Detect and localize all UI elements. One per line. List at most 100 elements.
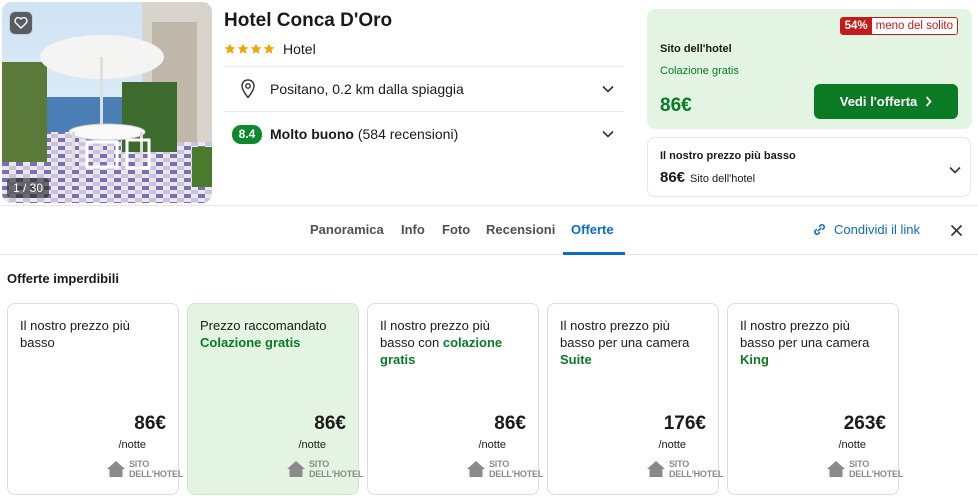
- deal-per-night: /notte: [298, 439, 326, 451]
- hotel-site-logo: SITO DELL'HOTEL: [466, 459, 543, 479]
- deal-description: Il nostro prezzo più basso per una camer…: [740, 317, 886, 368]
- site-logo-line2: DELL'HOTEL: [309, 469, 364, 479]
- favorite-heart-icon[interactable]: [9, 11, 33, 35]
- discount-text: meno del solito: [871, 18, 957, 34]
- share-link-label: Condividi il link: [834, 222, 920, 237]
- hotel-name[interactable]: Hotel Conca D'Oro: [224, 10, 392, 32]
- lowest-price-title: Il nostro prezzo più basso: [660, 150, 796, 162]
- site-logo-line1: SITO: [489, 459, 510, 469]
- site-logo-line1: SITO: [849, 459, 870, 469]
- site-logo-line1: SITO: [129, 459, 150, 469]
- house-icon: [287, 461, 305, 477]
- deal-description: Il nostro prezzo più basso per una camer…: [560, 317, 706, 368]
- deal-per-night: /notte: [478, 439, 506, 451]
- offer-price: 86€: [660, 95, 692, 116]
- chevron-right-icon: [926, 96, 932, 107]
- star-icon: [224, 43, 236, 54]
- location-pin-icon: [241, 79, 255, 99]
- hotel-site-logo: SITO DELL'HOTEL: [646, 459, 723, 479]
- offer-perk: Colazione gratis: [660, 65, 739, 77]
- location-row[interactable]: Positano, 0.2 km dalla spiaggia: [224, 66, 624, 112]
- hotel-site-logo: SITO DELL'HOTEL: [106, 459, 183, 479]
- tab-recensioni[interactable]: Recensioni: [486, 222, 555, 237]
- site-logo-line1: SITO: [309, 459, 330, 469]
- deal-per-night: /notte: [118, 439, 146, 451]
- chevron-down-icon: [602, 130, 614, 138]
- hotel-site-logo: SITO DELL'HOTEL: [286, 459, 363, 479]
- deal-per-night: /notte: [658, 439, 686, 451]
- discount-badge: 54% meno del solito: [839, 17, 958, 35]
- lowest-price-row: 86€ Sito dell'hotel: [660, 169, 755, 186]
- deal-description-text: Il nostro prezzo più basso: [20, 318, 130, 350]
- rating-label: Molto buono: [270, 126, 354, 142]
- site-logo-line1: SITO: [669, 459, 690, 469]
- tab-foto[interactable]: Foto: [442, 222, 470, 237]
- deal-description-text: Il nostro prezzo più basso per una camer…: [560, 318, 690, 350]
- reviews-row[interactable]: 8.4 Molto buono (584 recensioni): [224, 112, 624, 156]
- star-icon: [263, 43, 275, 54]
- lowest-price-value: 86€: [660, 169, 686, 186]
- rating-score-badge: 8.4: [232, 124, 262, 144]
- site-logo-line2: DELL'HOTEL: [129, 469, 184, 479]
- deal-price: 176€: [663, 413, 706, 434]
- link-icon: [814, 224, 825, 235]
- stars-row: Hotel: [224, 41, 316, 57]
- site-logo-text: SITO DELL'HOTEL: [489, 459, 543, 479]
- deal-highlight: Colazione gratis: [200, 335, 301, 350]
- lowest-price-site: Sito dell'hotel: [690, 173, 756, 185]
- tab-info[interactable]: Info: [401, 222, 425, 237]
- star-icon: [237, 43, 249, 54]
- deal-description: Il nostro prezzo più basso: [20, 317, 166, 351]
- tab-offerte[interactable]: Offerte: [571, 222, 614, 237]
- tabs-bar: Panoramica Info Foto Recensioni Offerte …: [0, 205, 978, 255]
- site-logo-text: SITO DELL'HOTEL: [669, 459, 723, 479]
- lowest-price-dropdown[interactable]: Il nostro prezzo più basso 86€ Sito dell…: [647, 137, 971, 197]
- discount-percent: 54%: [840, 18, 872, 34]
- site-logo-line2: DELL'HOTEL: [489, 469, 544, 479]
- chevron-down-icon: [949, 166, 961, 174]
- hotel-type: Hotel: [283, 41, 316, 57]
- active-tab-indicator: [563, 252, 625, 255]
- view-offer-label: Vedi l'offerta: [839, 94, 918, 109]
- star-icon: [250, 43, 262, 54]
- deal-card[interactable]: Il nostro prezzo più basso con colazione…: [367, 303, 543, 495]
- deal-card[interactable]: Il nostro prezzo più basso 86€ /notte SITO D…: [7, 303, 183, 495]
- deal-highlight: King: [740, 352, 769, 367]
- location-text: Positano, 0.2 km dalla spiaggia: [270, 81, 464, 97]
- deal-price: 86€: [494, 413, 526, 434]
- deal-card[interactable]: Il nostro prezzo più basso per una camer…: [727, 303, 903, 495]
- house-icon: [827, 461, 845, 477]
- deal-per-night: /notte: [838, 439, 866, 451]
- deal-description-text: Prezzo raccomandato: [200, 318, 327, 333]
- hotel-photo[interactable]: 1 / 30: [2, 2, 212, 203]
- photo-counter: 1 / 30: [7, 178, 50, 198]
- reviews-text: Molto buono (584 recensioni): [270, 126, 602, 142]
- deal-price: 263€: [843, 413, 886, 434]
- deal-card[interactable]: Prezzo raccomandato Colazione gratis 86€ /n…: [187, 303, 363, 495]
- site-logo-text: SITO DELL'HOTEL: [309, 459, 363, 479]
- offer-site-name: Sito dell'hotel: [660, 43, 732, 55]
- deal-price: 86€: [134, 413, 166, 434]
- share-link-button[interactable]: Condividi il link: [812, 222, 920, 237]
- reviews-count: (584 recensioni): [357, 126, 459, 142]
- deal-description: Prezzo raccomandato Colazione gratis: [200, 317, 346, 351]
- site-logo-text: SITO DELL'HOTEL: [129, 459, 183, 479]
- tab-panoramica[interactable]: Panoramica: [310, 222, 384, 237]
- deal-card[interactable]: Il nostro prezzo più basso per una camer…: [547, 303, 723, 495]
- chevron-down-icon: [602, 85, 614, 93]
- house-icon: [467, 461, 485, 477]
- featured-offer[interactable]: 54% meno del solito Sito dell'hotel Cola…: [647, 9, 972, 129]
- house-icon: [647, 461, 665, 477]
- deal-description: Il nostro prezzo più basso con colazione…: [380, 317, 526, 368]
- house-icon: [107, 461, 125, 477]
- site-logo-line2: DELL'HOTEL: [849, 469, 904, 479]
- deals-section-title: Offerte imperdibili: [7, 271, 119, 286]
- deal-description-text: Il nostro prezzo più basso per una camer…: [740, 318, 870, 350]
- view-offer-button[interactable]: Vedi l'offerta: [814, 84, 958, 119]
- star-rating: [224, 43, 275, 55]
- site-logo-text: SITO DELL'HOTEL: [849, 459, 903, 479]
- deal-price: 86€: [314, 413, 346, 434]
- deal-highlight: Suite: [560, 352, 592, 367]
- close-icon[interactable]: [950, 224, 963, 237]
- site-logo-line2: DELL'HOTEL: [669, 469, 724, 479]
